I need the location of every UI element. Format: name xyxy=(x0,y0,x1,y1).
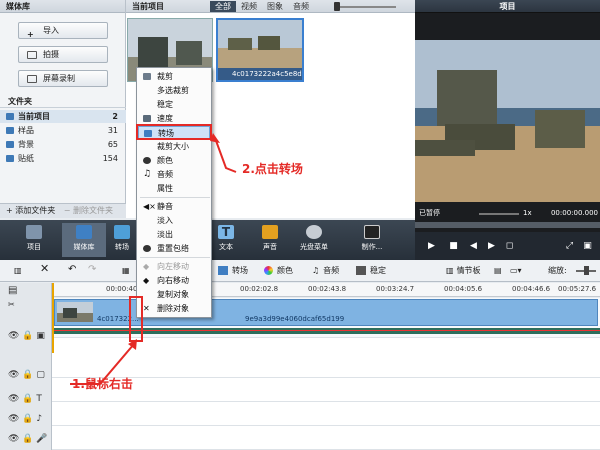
annotation-step-1: 1.鼠标右击 xyxy=(72,377,133,391)
annotation-step-2: 2.点击转场 xyxy=(242,162,303,176)
